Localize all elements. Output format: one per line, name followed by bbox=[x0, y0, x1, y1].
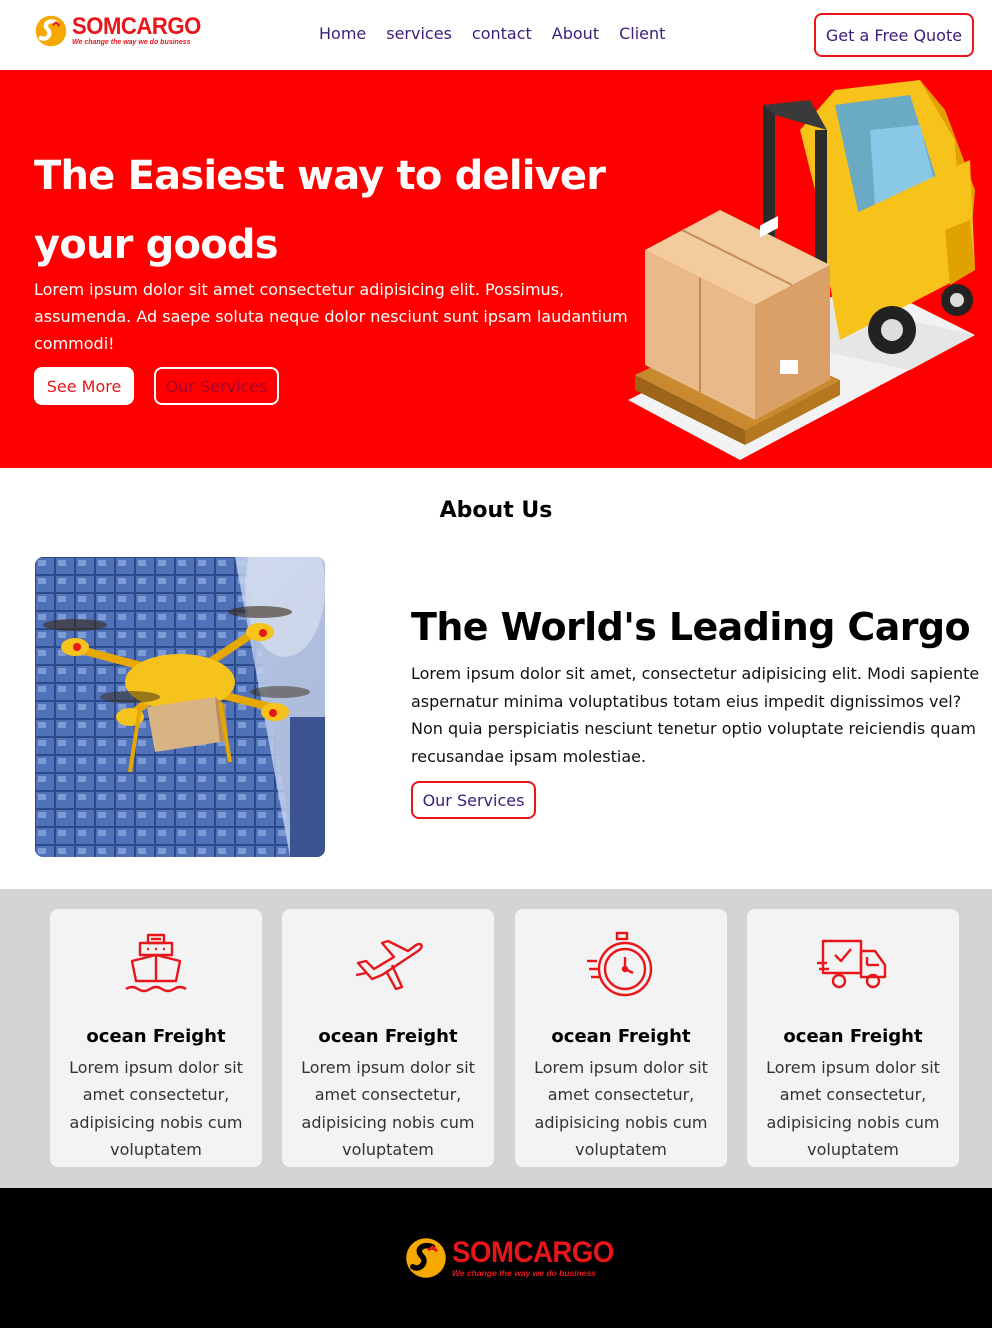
about-section-title: About Us bbox=[439, 498, 553, 523]
services-section: ocean Freight Lorem ipsum dolor sit amet… bbox=[0, 889, 992, 1188]
service-card: ocean Freight Lorem ipsum dolor sit amet… bbox=[50, 909, 262, 1167]
service-title: ocean Freight bbox=[551, 1026, 691, 1047]
footer-brand-tagline: We change the way we do business bbox=[452, 1268, 596, 1278]
nav-link-client[interactable]: Client bbox=[619, 24, 665, 44]
about-text: Lorem ipsum dolor sit amet, consectetur … bbox=[411, 664, 980, 766]
nav-link-about[interactable]: About bbox=[552, 24, 599, 44]
footer: SOMCARGO We change the way we do busines… bbox=[0, 1188, 992, 1328]
about-our-services-button[interactable]: Our Services bbox=[411, 781, 536, 819]
brand-logo[interactable]: SOMCARGO We change the way we do busines… bbox=[34, 14, 212, 48]
service-text: Lorem ipsum dolor sit amet consectetur, … bbox=[301, 1058, 475, 1159]
somcargo-logo-icon bbox=[35, 15, 67, 47]
service-text: Lorem ipsum dolor sit amet consectetur, … bbox=[534, 1058, 708, 1159]
service-text: Lorem ipsum dolor sit amet consectetur, … bbox=[69, 1058, 243, 1159]
get-free-quote-button[interactable]: Get a Free Quote bbox=[814, 13, 974, 57]
footer-brand-name: SOMCARGO bbox=[452, 1236, 614, 1269]
airplane-icon bbox=[355, 939, 423, 991]
nav-link-home[interactable]: Home bbox=[319, 24, 366, 44]
somcargo-logo-icon bbox=[406, 1238, 446, 1278]
hero-section: The Easiest way to deliver your goods Lo… bbox=[0, 70, 992, 468]
see-more-button[interactable]: See More bbox=[34, 367, 134, 405]
nav-links: Home services contact About Client bbox=[319, 24, 665, 44]
brand-tagline: We change the way we do business bbox=[72, 39, 191, 46]
about-heading: The World's Leading Cargo bbox=[411, 605, 971, 649]
service-title: ocean Freight bbox=[86, 1026, 226, 1047]
footer-brand-logo[interactable]: SOMCARGO We change the way we do busines… bbox=[404, 1236, 628, 1280]
service-title: ocean Freight bbox=[318, 1026, 458, 1047]
service-card: ocean Freight Lorem ipsum dolor sit amet… bbox=[515, 909, 727, 1167]
nav-link-services[interactable]: services bbox=[386, 24, 452, 44]
brand-name: SOMCARGO bbox=[72, 13, 201, 40]
hero-heading: The Easiest way to deliver your goods bbox=[34, 153, 606, 268]
service-card: ocean Freight Lorem ipsum dolor sit amet… bbox=[282, 909, 494, 1167]
service-text: Lorem ipsum dolor sit amet consectetur, … bbox=[766, 1058, 940, 1159]
nav-link-contact[interactable]: contact bbox=[472, 24, 532, 44]
hero-text: Lorem ipsum dolor sit amet consectetur a… bbox=[34, 280, 628, 353]
hero-our-services-button[interactable]: Our Services bbox=[154, 367, 279, 405]
service-card: ocean Freight Lorem ipsum dolor sit amet… bbox=[747, 909, 959, 1167]
ship-icon bbox=[125, 933, 187, 993]
stopwatch-icon bbox=[587, 931, 653, 997]
forklift-illustration bbox=[628, 80, 975, 460]
top-navbar: SOMCARGO We change the way we do busines… bbox=[0, 0, 992, 70]
delivery-truck-icon bbox=[817, 939, 887, 989]
service-title: ocean Freight bbox=[783, 1026, 923, 1047]
drone-delivery-image bbox=[35, 557, 325, 857]
